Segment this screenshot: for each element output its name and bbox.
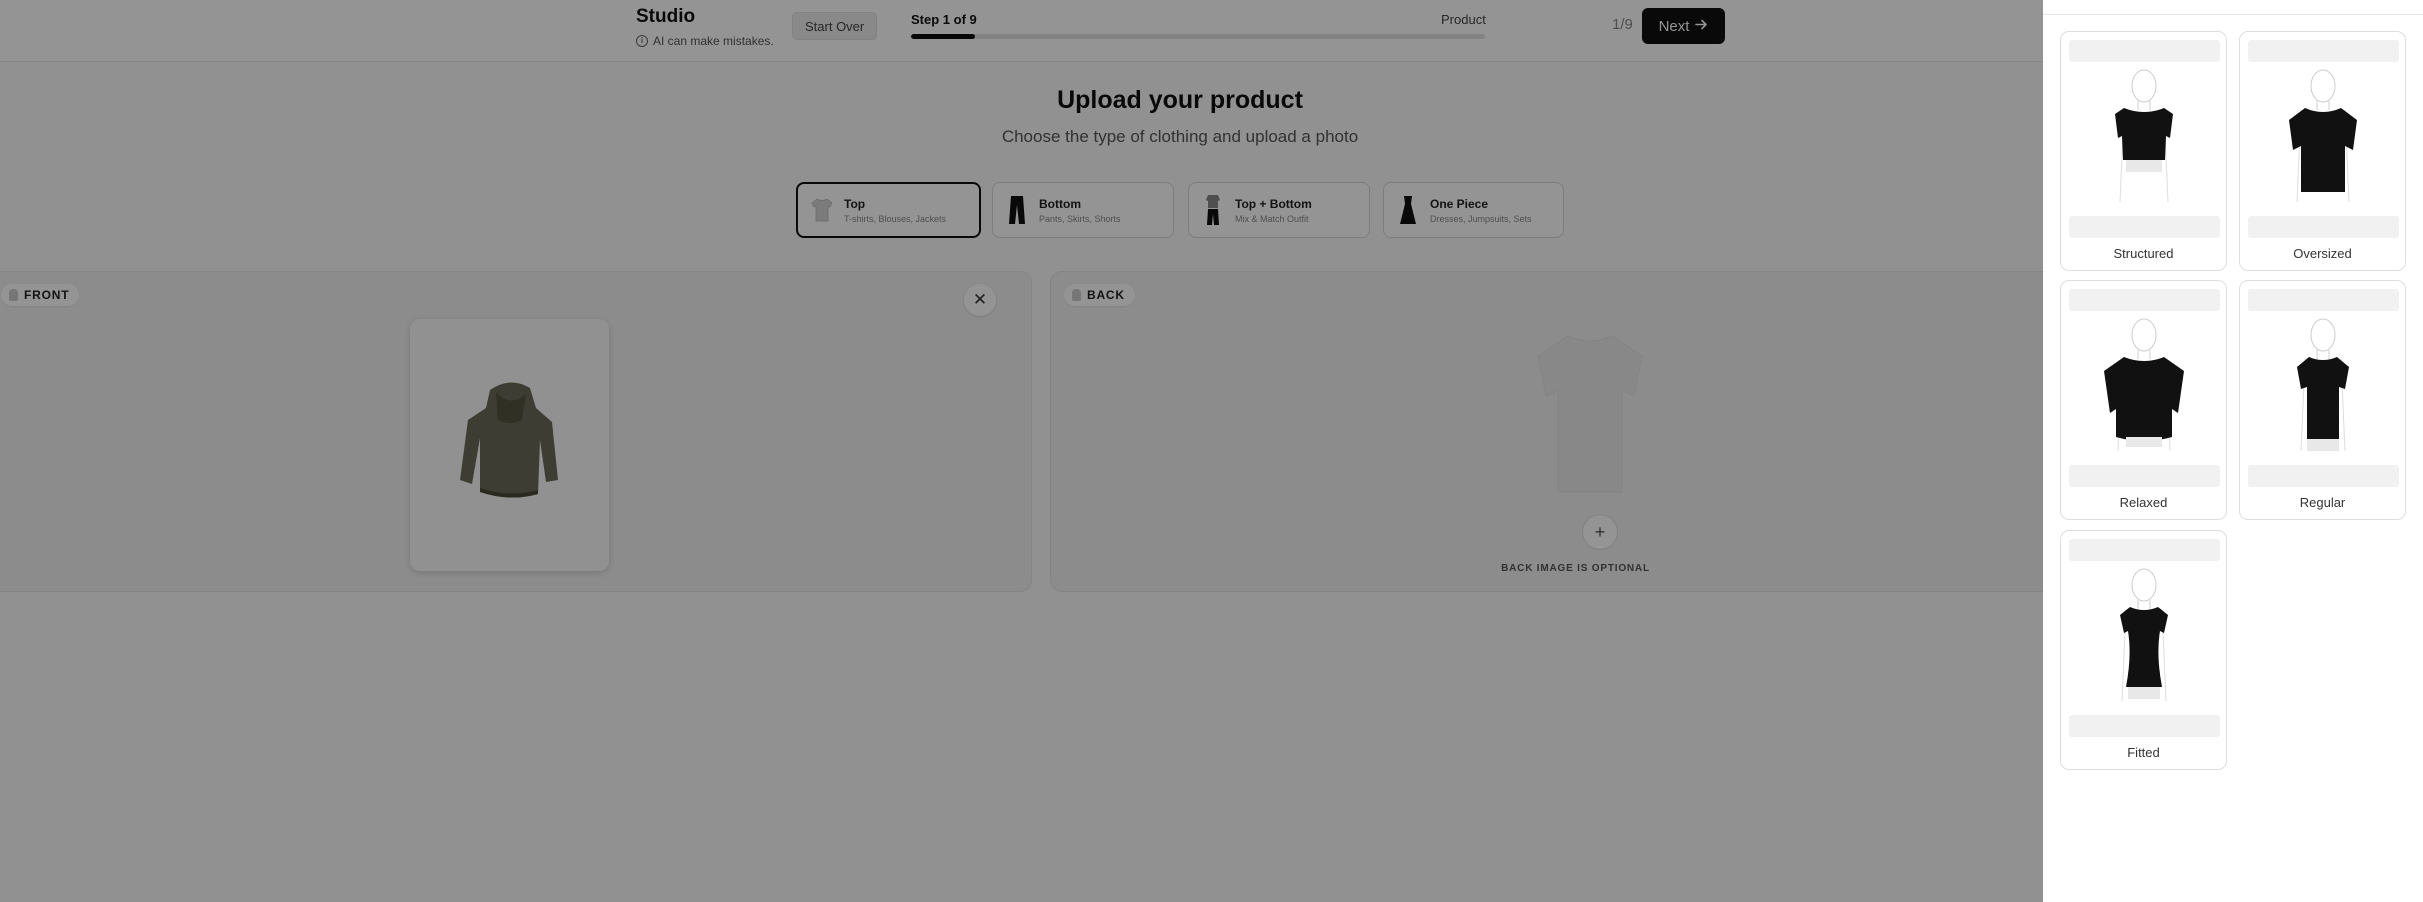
fit-label: Relaxed xyxy=(2119,495,2168,510)
modal-overlay[interactable] xyxy=(0,0,2043,902)
fit-label: Regular xyxy=(2299,495,2346,510)
placeholder-bar xyxy=(2069,289,2220,311)
placeholder-bar xyxy=(2248,289,2399,311)
placeholder-bar xyxy=(2069,465,2220,487)
placeholder-bar xyxy=(2069,216,2220,238)
regular-fit-illustration xyxy=(2297,318,2349,452)
placeholder-bar xyxy=(2248,465,2399,487)
studio-app: Studio i AI can make mistakes. Start Ove… xyxy=(0,0,2043,902)
fit-option-structured[interactable]: Structured xyxy=(2060,31,2227,271)
placeholder-bar xyxy=(2248,216,2399,238)
oversized-fit-illustration xyxy=(2289,69,2357,203)
fit-selection-drawer: Structured Oversized Relaxed Regular Fit… xyxy=(2043,0,2423,902)
fit-option-relaxed[interactable]: Relaxed xyxy=(2060,280,2227,520)
fit-label: Fitted xyxy=(2127,745,2160,760)
placeholder-bar xyxy=(2069,715,2220,737)
fit-option-regular[interactable]: Regular xyxy=(2239,280,2406,520)
placeholder-bar xyxy=(2069,539,2220,561)
fitted-fit-illustration xyxy=(2120,568,2168,702)
placeholder-bar xyxy=(2069,40,2220,62)
placeholder-bar xyxy=(2248,40,2399,62)
fit-option-oversized[interactable]: Oversized xyxy=(2239,31,2406,271)
structured-fit-illustration xyxy=(2115,69,2173,203)
fit-label: Structured xyxy=(2113,246,2174,261)
fit-label: Oversized xyxy=(2293,246,2352,261)
drawer-divider xyxy=(2043,14,2423,15)
fit-option-fitted[interactable]: Fitted xyxy=(2060,530,2227,770)
relaxed-fit-illustration xyxy=(2104,318,2184,452)
